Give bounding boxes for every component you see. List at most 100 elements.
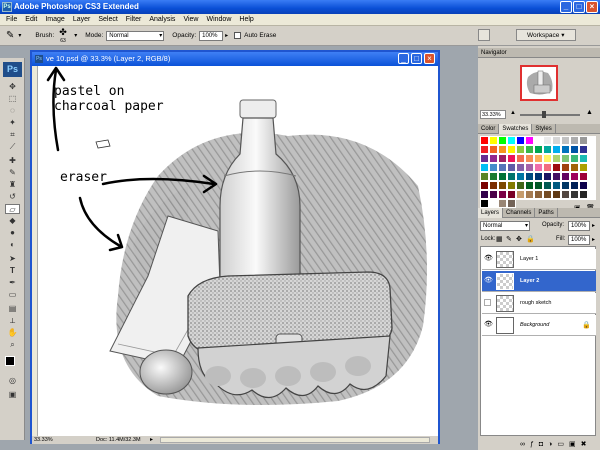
quick-mask-icon[interactable]: ◎ — [5, 376, 20, 386]
swatch-33[interactable] — [561, 154, 570, 163]
swatch-53[interactable] — [525, 172, 534, 181]
tab-swatches[interactable]: Swatches — [499, 124, 533, 134]
swatch-4[interactable] — [516, 136, 525, 145]
swatch-38[interactable] — [498, 163, 507, 172]
swatch-28[interactable] — [516, 154, 525, 163]
swatch-55[interactable] — [543, 172, 552, 181]
swatch-61[interactable] — [489, 181, 498, 190]
swatch-74[interactable] — [498, 190, 507, 199]
swatch-79[interactable] — [543, 190, 552, 199]
status-menu-arrow-icon[interactable]: ▸ — [150, 436, 153, 444]
healing-brush-tool-icon[interactable]: ✚ — [5, 156, 20, 166]
notes-tool-icon[interactable]: ▤ — [5, 304, 20, 314]
mask-icon[interactable]: ◘ — [539, 441, 548, 448]
swatch-42[interactable] — [534, 163, 543, 172]
menu-analysis[interactable]: Analysis — [145, 16, 179, 23]
status-zoom[interactable]: 33.33% — [34, 436, 53, 444]
menu-edit[interactable]: Edit — [21, 16, 41, 23]
layer-fill-input[interactable]: 100% — [568, 235, 590, 245]
layer-row-rough-sketch[interactable]: rough sketch — [482, 293, 596, 314]
swatch-31[interactable] — [543, 154, 552, 163]
swatch-51[interactable] — [507, 172, 516, 181]
paint-bucket-tool-icon[interactable]: ◆ — [5, 216, 20, 226]
swatch-46[interactable] — [570, 163, 579, 172]
swatch-44[interactable] — [552, 163, 561, 172]
navigator-panel-header[interactable]: Navigator — [478, 48, 600, 58]
close-button[interactable]: × — [586, 1, 598, 13]
layer-row-background[interactable]: 👁 Background 🔒 — [482, 315, 596, 336]
tab-channels[interactable]: Channels — [503, 208, 536, 218]
eye-icon[interactable]: 👁 — [484, 321, 493, 329]
dodge-tool-icon[interactable]: ◐ — [5, 240, 20, 250]
lock-all-icon[interactable]: 🔒 — [526, 235, 535, 243]
swatch-29[interactable] — [525, 154, 534, 163]
menu-file[interactable]: File — [2, 16, 21, 23]
swatch-59[interactable] — [579, 172, 588, 181]
swatch-65[interactable] — [525, 181, 534, 190]
menu-view[interactable]: View — [179, 16, 202, 23]
mode-select[interactable]: Normal ▾ — [106, 30, 165, 41]
swatch-58[interactable] — [570, 172, 579, 181]
workspace-button[interactable]: Workspace ▾ — [516, 29, 576, 41]
menu-layer[interactable]: Layer — [69, 16, 95, 23]
zoom-tool-icon[interactable]: ⌕ — [5, 340, 20, 350]
type-tool-icon[interactable]: T — [5, 266, 20, 276]
layer-fill-arrow-icon[interactable]: ▸ — [592, 236, 595, 243]
blur-tool-icon[interactable]: ● — [5, 228, 20, 238]
swatch-71[interactable] — [579, 181, 588, 190]
marquee-tool-icon[interactable]: ⬚ — [5, 94, 20, 104]
swatch-72[interactable] — [480, 190, 489, 199]
swatch-12[interactable] — [480, 145, 489, 154]
swatch-54[interactable] — [534, 172, 543, 181]
zoom-out-icon[interactable]: ▲ — [510, 110, 516, 116]
swatch-15[interactable] — [507, 145, 516, 154]
tab-styles[interactable]: Styles — [532, 124, 556, 134]
opacity-slider-arrow-icon[interactable]: ▸ — [225, 32, 228, 39]
lock-position-icon[interactable]: ✥ — [516, 235, 522, 243]
layer-opacity-arrow-icon[interactable]: ▸ — [592, 222, 595, 229]
swatch-1[interactable] — [489, 136, 498, 145]
eraser-tool-preset-icon[interactable]: ✎ — [6, 30, 14, 41]
swatch-9[interactable] — [561, 136, 570, 145]
eye-icon[interactable]: 👁 — [484, 277, 493, 285]
crop-tool-icon[interactable]: ⌗ — [5, 130, 20, 140]
minimize-button[interactable]: _ — [560, 1, 572, 13]
swatch-30[interactable] — [534, 154, 543, 163]
foreground-color-swatch[interactable] — [5, 356, 15, 366]
swatch-69[interactable] — [561, 181, 570, 190]
magic-wand-tool-icon[interactable]: ✦ — [5, 118, 20, 128]
tab-layers[interactable]: Layers — [478, 208, 504, 218]
swatch-68[interactable] — [552, 181, 561, 190]
swatch-10[interactable] — [570, 136, 579, 145]
auto-erase-checkbox[interactable] — [234, 32, 242, 39]
swatch-0[interactable] — [480, 136, 489, 145]
swatch-87[interactable] — [507, 199, 516, 208]
tab-paths[interactable]: Paths — [535, 208, 558, 218]
maximize-button[interactable]: □ — [573, 1, 585, 13]
pen-tool-icon[interactable]: ✒ — [5, 278, 20, 288]
tool-preset-arrow-icon[interactable]: ▾ — [18, 32, 21, 39]
clone-stamp-tool-icon[interactable]: ♜ — [5, 180, 20, 190]
lasso-tool-icon[interactable]: ◌ — [5, 106, 20, 116]
swatch-32[interactable] — [552, 154, 561, 163]
swatch-24[interactable] — [480, 154, 489, 163]
swatch-63[interactable] — [507, 181, 516, 190]
trash-icon[interactable]: ✖ — [581, 441, 592, 448]
swatch-6[interactable] — [534, 136, 543, 145]
swatch-17[interactable] — [525, 145, 534, 154]
swatch-77[interactable] — [525, 190, 534, 199]
swatch-26[interactable] — [498, 154, 507, 163]
swatch-81[interactable] — [561, 190, 570, 199]
doc-maximize-button[interactable]: □ — [411, 53, 422, 64]
lock-image-icon[interactable]: ✎ — [506, 235, 512, 243]
menu-image[interactable]: Image — [41, 16, 68, 23]
screen-mode-icon[interactable]: ▣ — [5, 390, 20, 400]
menu-select[interactable]: Select — [94, 16, 121, 23]
brush-tool-icon[interactable]: ✎ — [5, 168, 20, 178]
swatch-11[interactable] — [579, 136, 588, 145]
menu-window[interactable]: Window — [202, 16, 235, 23]
swatch-62[interactable] — [498, 181, 507, 190]
swatch-56[interactable] — [552, 172, 561, 181]
photoshop-logo-icon[interactable]: Ps — [3, 62, 22, 77]
eyedropper-tool-icon[interactable]: ⟂ — [5, 316, 20, 326]
